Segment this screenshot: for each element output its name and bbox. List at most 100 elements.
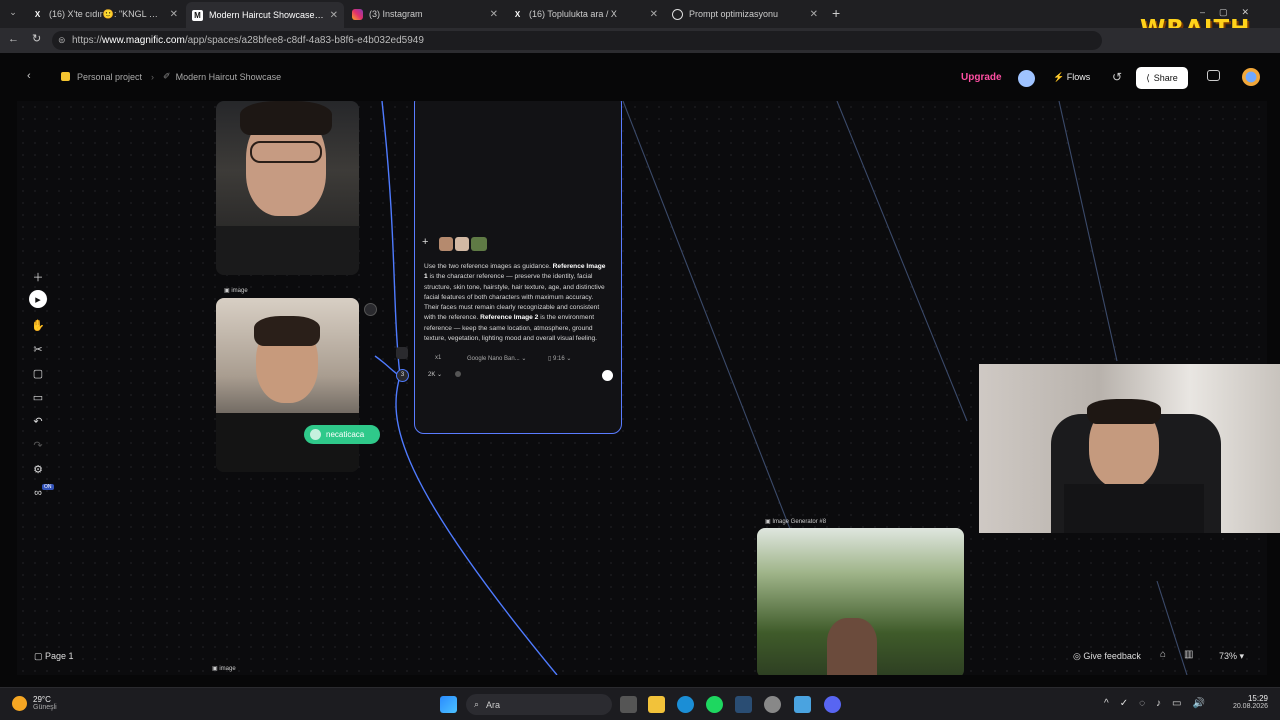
magnific-icon: M: [192, 9, 203, 21]
address-bar: ← ↻ ⊜ https://www.magnific.com/app/space…: [0, 28, 1280, 53]
back-icon[interactable]: ←: [8, 33, 19, 45]
tab-instagram[interactable]: (3) Instagram ✕: [346, 4, 504, 24]
give-feedback-button[interactable]: ◎ Give feedback: [1073, 651, 1141, 662]
url-field[interactable]: ⊜ https://www.magnific.com/app/spaces/a2…: [52, 31, 1102, 50]
app-icon[interactable]: [764, 696, 781, 713]
windows-start-icon[interactable]: [440, 696, 457, 713]
tab-list-chevron-icon[interactable]: ⌄: [6, 7, 20, 21]
tab-magnific[interactable]: M Modern Haircut Showcase - Space ✕: [186, 2, 344, 28]
feedback-icon: ◎: [1073, 651, 1084, 661]
flows-button[interactable]: ⚡ Flows: [1053, 72, 1090, 83]
close-icon[interactable]: ✕: [650, 9, 658, 20]
weather-temp: 29°C: [33, 695, 51, 704]
tab-x-2[interactable]: X (16) Toplulukta ara / X ✕: [506, 4, 664, 24]
clock[interactable]: 15:29 20.08.2026: [1228, 694, 1268, 710]
search-icon: ⌕: [474, 699, 480, 709]
model-select[interactable]: Google Nano Ban... ⌄: [467, 355, 526, 362]
resolution-select[interactable]: 2K ⌄: [428, 371, 442, 378]
tab-x-1[interactable]: X (16) X'te cıdır🙂: "KNGL EKİP (PAR ✕: [26, 4, 184, 24]
user-avatar-icon: [310, 429, 321, 440]
add-icon[interactable]: ＋: [26, 266, 50, 288]
close-icon[interactable]: ✕: [810, 9, 818, 20]
undo-icon[interactable]: ↶: [26, 410, 50, 432]
reference-thumb-2[interactable]: [455, 237, 469, 251]
back-button[interactable]: ‹: [27, 70, 31, 82]
spotify-icon[interactable]: [706, 696, 723, 713]
output-figure: [827, 618, 877, 675]
image-node-2[interactable]: [216, 298, 359, 472]
share-icon: ⟨: [1146, 72, 1150, 83]
breadcrumb-project[interactable]: Personal project: [77, 72, 142, 82]
site-info-icon[interactable]: ⊜: [58, 35, 66, 46]
select-tool-icon[interactable]: ▸: [29, 290, 47, 308]
x-logo-icon: X: [514, 9, 521, 19]
portrait-glasses: [250, 141, 322, 163]
prompt-node[interactable]: + Use the two reference images as guidan…: [414, 101, 622, 434]
user-avatar[interactable]: [1242, 68, 1260, 86]
chat-icon[interactable]: [1207, 70, 1220, 81]
settings-icon[interactable]: ⚙: [26, 458, 50, 480]
avatar[interactable]: [1018, 70, 1035, 87]
connection-line: [381, 101, 401, 377]
share-button[interactable]: ⟨ Share: [1136, 67, 1188, 89]
connector-handle[interactable]: [396, 347, 408, 359]
chatgpt-icon: [672, 8, 683, 20]
file-explorer-icon[interactable]: [648, 696, 665, 713]
weather-desc: Güneşli: [33, 704, 57, 711]
generate-button[interactable]: [602, 370, 613, 381]
upgrade-link[interactable]: Upgrade: [961, 72, 1002, 83]
connection-line: [836, 101, 968, 422]
portrait-hair: [240, 101, 332, 135]
clock-time: 15:29: [1247, 694, 1268, 703]
settings-dot-icon[interactable]: [455, 371, 461, 377]
node-image-icon[interactable]: [364, 303, 377, 316]
phone-icon: ▯: [548, 356, 552, 362]
instagram-icon: [352, 8, 363, 20]
redo-icon[interactable]: ↷: [26, 434, 50, 456]
canvas-toolbar: ＋ ▸ ✋ ✂ ▢ ▭ ↶ ↷ ⚙ ∞ ON: [26, 266, 54, 506]
connection-line: [1156, 580, 1188, 675]
add-reference-button[interactable]: +: [422, 236, 428, 248]
taskbar-search[interactable]: ⌕ Ara: [466, 694, 612, 715]
discord-icon[interactable]: [824, 696, 841, 713]
image-node-1[interactable]: [216, 101, 359, 275]
new-tab-button[interactable]: +: [832, 5, 840, 21]
comment-icon[interactable]: ▭: [26, 386, 50, 408]
notepad-icon[interactable]: [794, 696, 811, 713]
connector-count: 3: [396, 369, 409, 382]
image-label-3: ▣ image: [212, 666, 236, 672]
history-icon[interactable]: ↺: [1112, 70, 1122, 84]
portrait-shirt: [216, 226, 359, 275]
weather-widget[interactable]: 29°C Güneşli: [12, 695, 57, 711]
map-icon[interactable]: ▥: [1184, 649, 1193, 660]
photo-hair: [254, 316, 320, 346]
reference-thumb-1[interactable]: [439, 237, 453, 251]
hand-tool-icon[interactable]: ✋: [26, 314, 50, 336]
close-icon[interactable]: ✕: [490, 9, 498, 20]
reference-thumb-3[interactable]: [471, 237, 487, 251]
page-selector[interactable]: ▢ Page 1: [34, 651, 74, 662]
tab-chatgpt[interactable]: Prompt optimizasyonu ✕: [666, 4, 824, 24]
steam-icon[interactable]: [735, 696, 752, 713]
learn-icon[interactable]: ⌂: [1160, 649, 1166, 660]
close-icon[interactable]: ✕: [170, 9, 178, 20]
task-view-icon[interactable]: [620, 696, 637, 713]
zoom-select[interactable]: 73% ▾: [1219, 651, 1244, 662]
scissors-icon[interactable]: ✂: [26, 338, 50, 360]
reload-icon[interactable]: ↻: [32, 32, 41, 45]
window-controls[interactable]: –▢✕: [1200, 7, 1263, 18]
system-tray[interactable]: ^✓◌♪▭🔊: [1104, 698, 1216, 709]
generator-label: ▣ Image Generator #8: [765, 519, 827, 525]
close-icon[interactable]: ✕: [330, 10, 338, 21]
breadcrumb-space[interactable]: Modern Haircut Showcase: [176, 72, 282, 82]
ratio-select[interactable]: ▯ 9:16 ⌄: [548, 355, 571, 362]
edge-icon[interactable]: [677, 696, 694, 713]
prompt-text[interactable]: Use the two reference images as guidance…: [424, 262, 609, 348]
connection-line: [1058, 101, 1118, 362]
browser-tab-bar: ⌄ X (16) X'te cıdır🙂: "KNGL EKİP (PAR ✕ …: [0, 0, 1280, 42]
windows-taskbar: 29°C Güneşli ⌕ Ara ^✓◌♪▭🔊 15:29 20.08.202…: [0, 687, 1280, 720]
count-select[interactable]: x1: [435, 355, 441, 361]
generator-output-image[interactable]: [757, 528, 964, 675]
sun-icon: [12, 695, 27, 711]
frame-tool-icon[interactable]: ▢: [26, 362, 50, 384]
